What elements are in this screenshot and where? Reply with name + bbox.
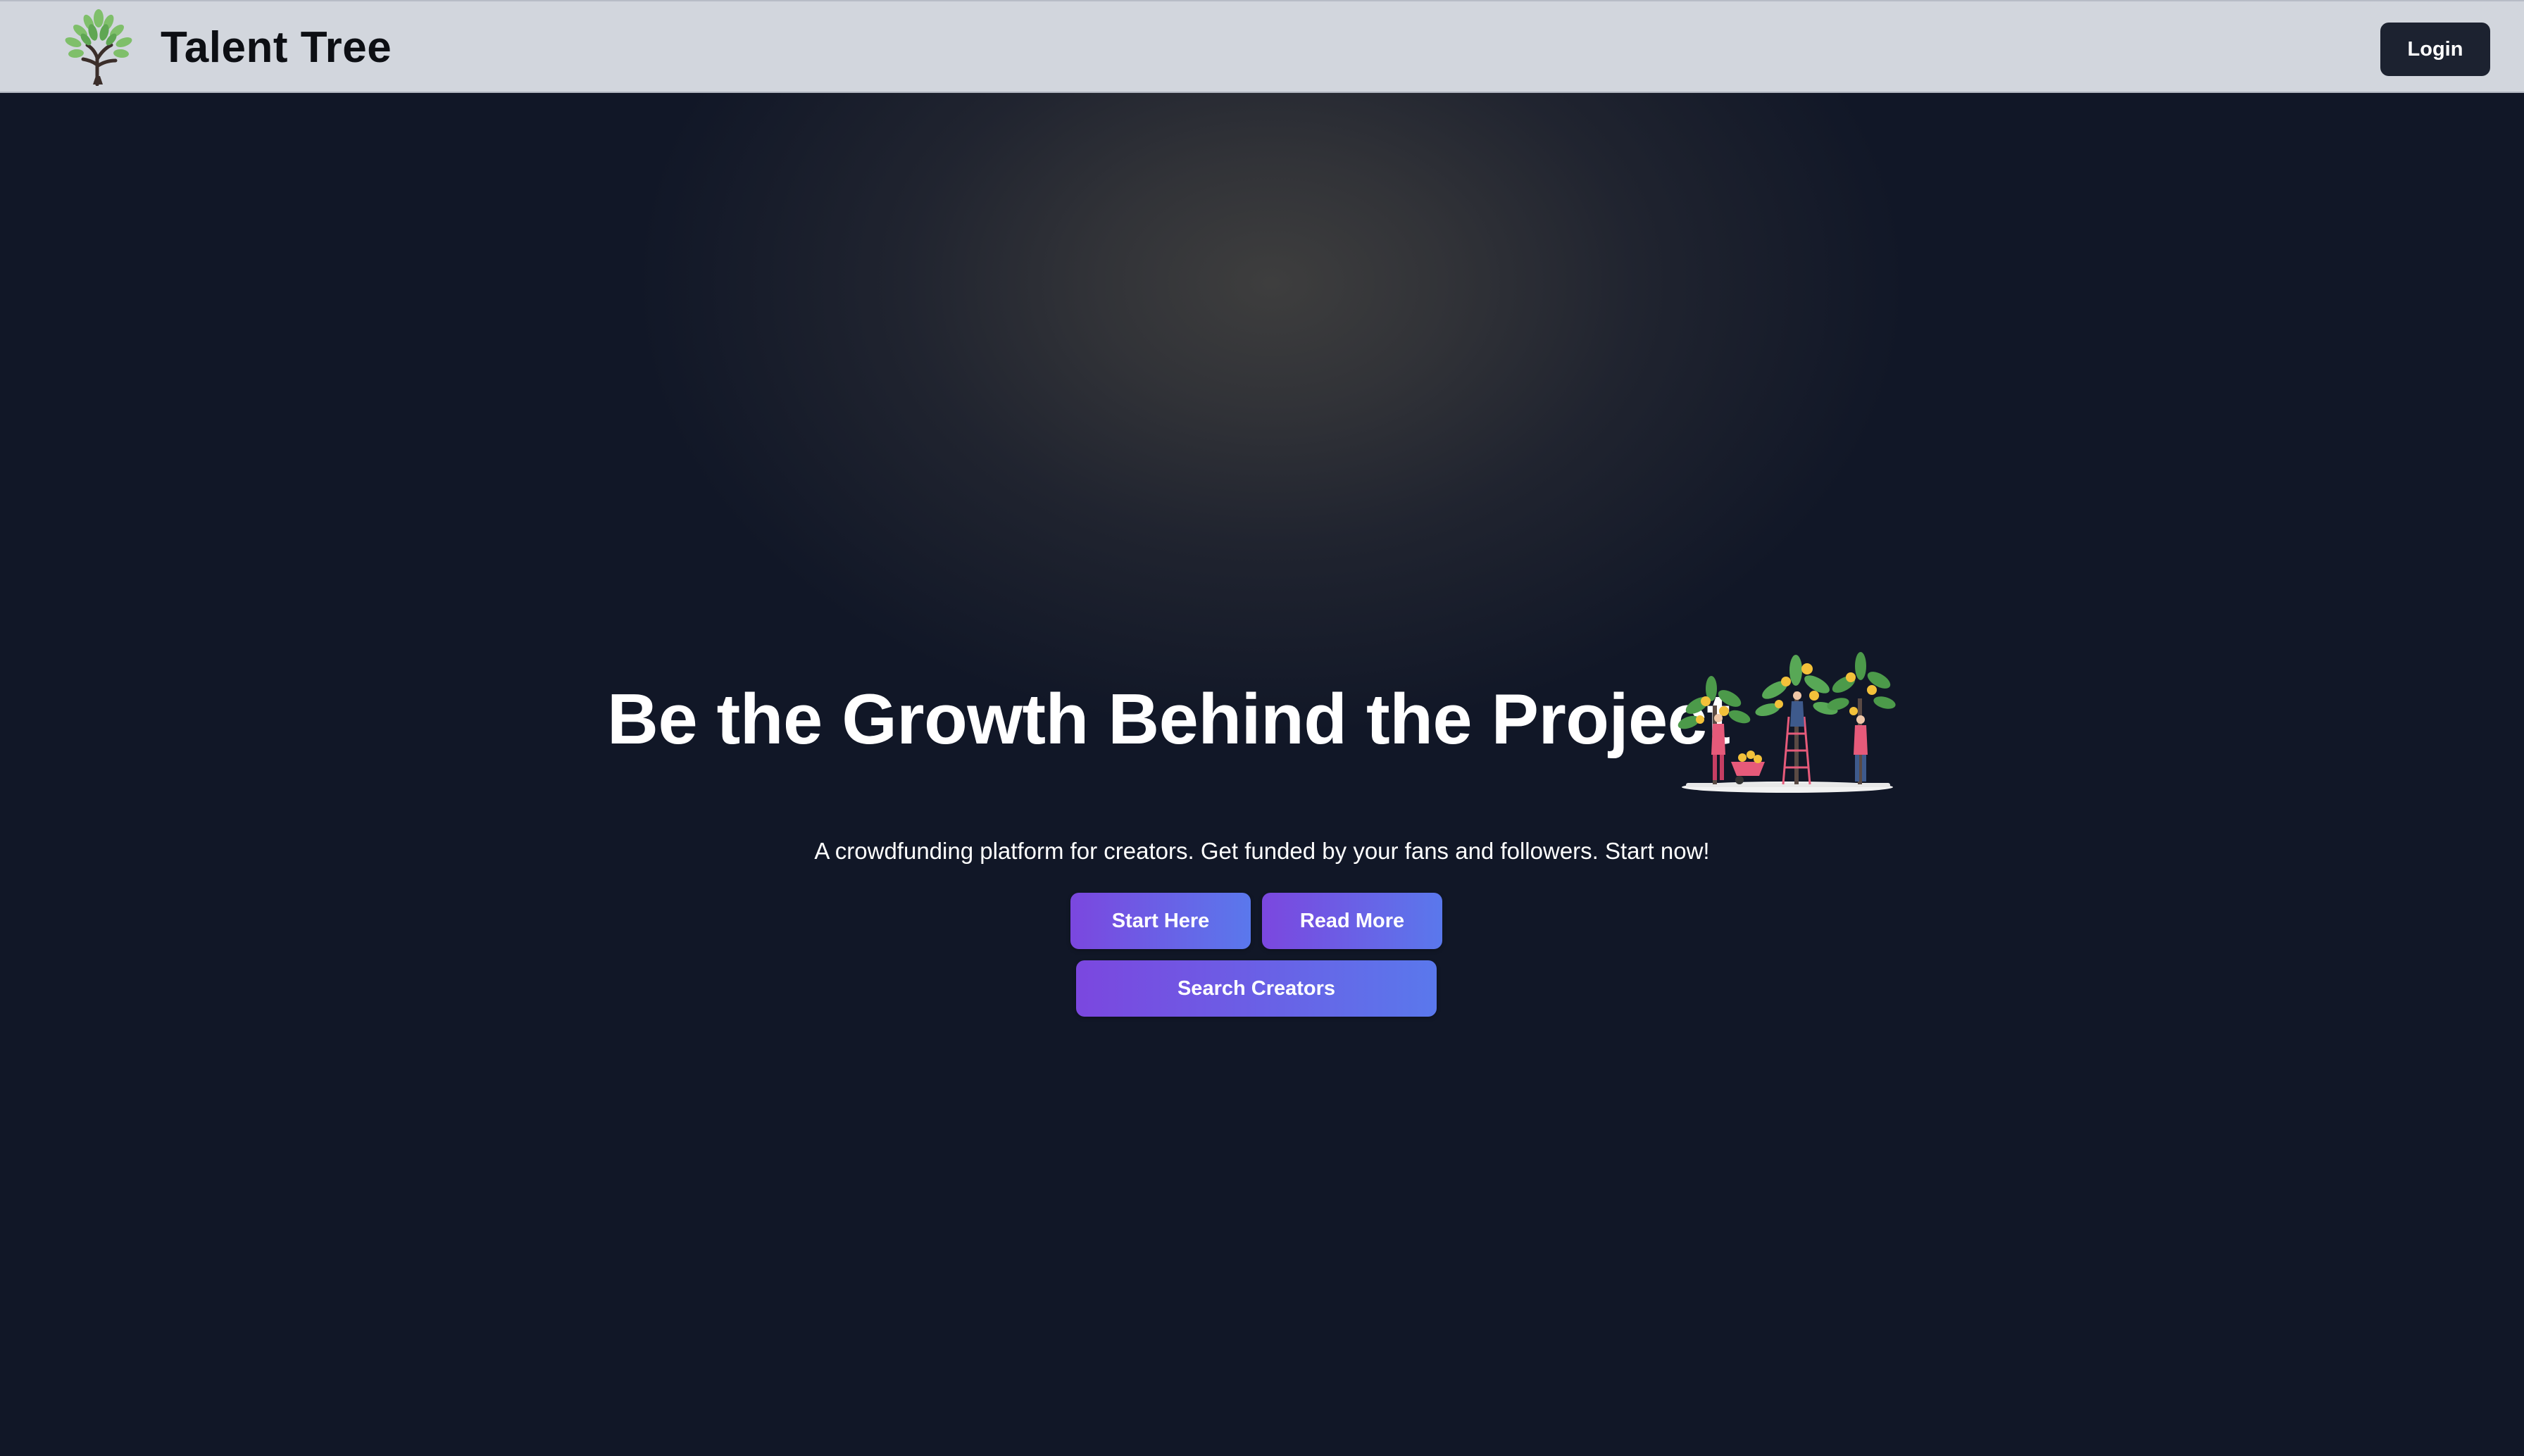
brand-name: Talent Tree — [161, 23, 392, 72]
start-here-button[interactable]: Start Here — [1070, 893, 1251, 949]
hero-section: Be the Growth Behind the Project A crowd… — [0, 93, 2524, 1456]
brand[interactable]: Talent Tree — [62, 4, 392, 90]
search-creators-button[interactable]: Search Creators — [1076, 960, 1437, 1017]
login-button[interactable]: Login — [2380, 23, 2490, 76]
hero-tagline: A crowdfunding platform for creators. Ge… — [814, 838, 1710, 864]
top-navbar: Talent Tree Login — [0, 0, 2524, 93]
read-more-button[interactable]: Read More — [1262, 893, 1442, 949]
hero-headline: Be the Growth Behind the Project — [607, 680, 1730, 759]
people-harvesting-trees-illustration — [1678, 652, 1896, 793]
tree-logo-icon — [65, 9, 132, 86]
